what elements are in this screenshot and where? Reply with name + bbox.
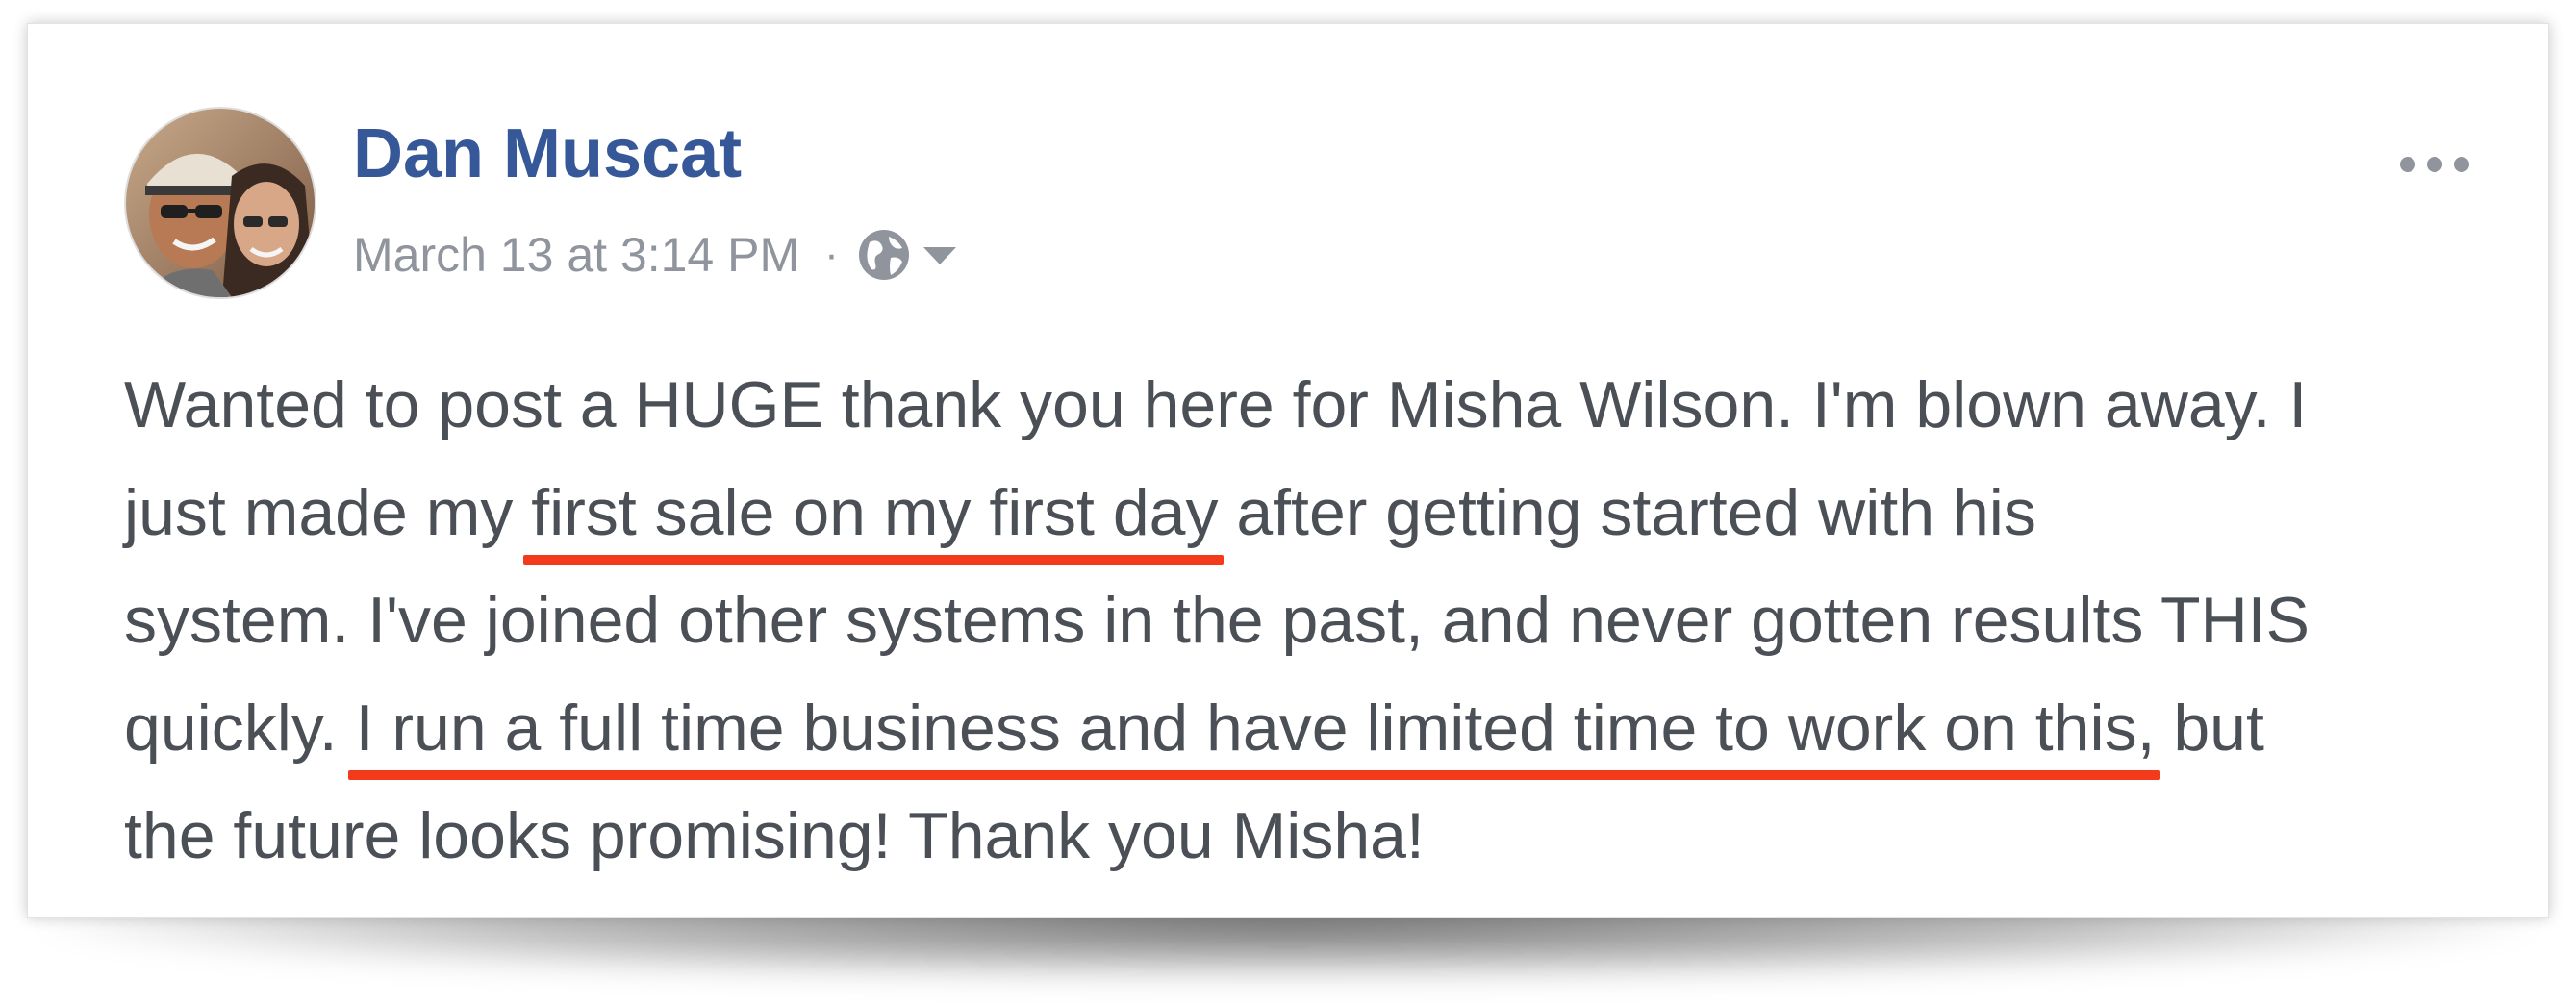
post-meta: March 13 at 3:14 PM · (353, 221, 958, 289)
screenshot-stage: Dan Muscat March 13 at 3:14 PM · Wanted … (0, 0, 2576, 1006)
avatar-photo (126, 109, 315, 297)
post-text: just made my (124, 476, 532, 549)
post-text: quickly. (124, 692, 356, 765)
globe-icon[interactable] (856, 227, 912, 283)
post-line-3: system. I've joined other systems in the… (124, 584, 2310, 657)
meta-separator: · (824, 231, 839, 278)
post-line-5: the future looks promising! Thank you Mi… (124, 799, 1425, 872)
avatar[interactable] (124, 107, 316, 299)
post-line-4: quickly. I run a full time business and … (124, 674, 2471, 782)
post-line-2: just made my first sale on my first day … (124, 459, 2471, 566)
post-text: but (2155, 692, 2264, 765)
post-timestamp[interactable]: March 13 at 3:14 PM (353, 227, 799, 283)
post-text: after getting started with his (1218, 476, 2036, 549)
underlined-phrase-full-time-business: I run a full time business and have limi… (347, 674, 2161, 782)
more-options-icon[interactable] (2396, 147, 2473, 182)
post-line-1: Wanted to post a HUGE thank you here for… (124, 368, 2308, 441)
caret-down-icon[interactable] (922, 243, 958, 266)
author-name-link[interactable]: Dan Muscat (353, 114, 742, 193)
underlined-phrase-first-sale: first sale on my first day (523, 459, 1225, 566)
facebook-post-card: Dan Muscat March 13 at 3:14 PM · Wanted … (27, 23, 2549, 918)
post-body: Wanted to post a HUGE thank you here for… (124, 351, 2471, 890)
